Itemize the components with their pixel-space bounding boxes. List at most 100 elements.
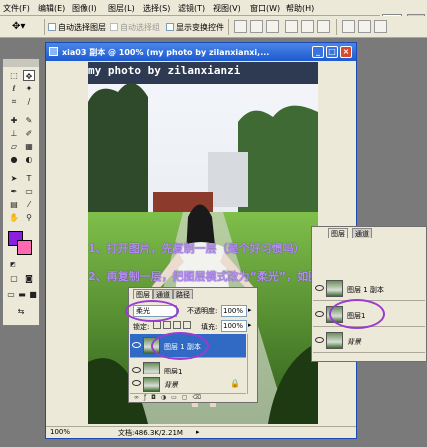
menu-select[interactable]: 选择(S) — [143, 3, 170, 14]
eyedropper-icon[interactable]: ⁄ — [23, 199, 35, 210]
highlight-ring — [125, 300, 179, 322]
tab-layers[interactable]: 图层 — [133, 289, 153, 299]
align-right-icon[interactable] — [317, 20, 330, 33]
visibility-eye-icon[interactable] — [315, 285, 324, 291]
lock-position-icon[interactable] — [173, 321, 181, 329]
tab-layers-secondary[interactable]: 图层 — [328, 228, 348, 238]
align-top-icon[interactable] — [234, 20, 247, 33]
menu-image[interactable]: 图像(I) — [72, 3, 97, 14]
new-layer-icon[interactable]: ▢ — [182, 394, 193, 401]
tab-channels[interactable]: 通道 — [153, 289, 173, 299]
healing-brush-icon[interactable]: ✚ — [8, 115, 20, 126]
move-tool-preset-icon[interactable]: ✥▾ — [12, 20, 40, 34]
brush-tool-icon[interactable]: ✎ — [23, 115, 35, 126]
menu-window[interactable]: 窗口(W) — [250, 3, 280, 14]
blur-tool-icon[interactable]: ● — [8, 154, 20, 165]
layers-scrollbar[interactable] — [247, 334, 257, 394]
fill-label: 填充: — [201, 323, 218, 331]
distribute-middle-icon[interactable] — [358, 20, 371, 33]
lasso-tool-icon[interactable]: ℓ — [8, 83, 20, 94]
visibility-eye-icon[interactable] — [132, 367, 141, 373]
auto-select-group-label: 自动选择组 — [120, 23, 160, 32]
history-brush-icon[interactable]: ✐ — [23, 128, 35, 139]
visibility-eye-icon[interactable] — [315, 311, 324, 317]
align-middle-icon[interactable] — [250, 20, 263, 33]
layer-thumbnail — [326, 332, 343, 349]
menu-filter[interactable]: 滤镜(T) — [178, 3, 205, 14]
document-icon — [49, 47, 58, 56]
distribute-top-icon[interactable] — [342, 20, 355, 33]
layer-row[interactable]: 背景 — [313, 329, 425, 353]
tab-channels-secondary[interactable]: 通道 — [352, 228, 372, 238]
lock-label: 锁定: — [133, 323, 150, 331]
highlight-ring — [329, 299, 385, 329]
close-button[interactable]: × — [340, 46, 352, 58]
tab-paths[interactable]: 路径 — [173, 289, 193, 299]
pen-tool-icon[interactable]: ✒ — [8, 186, 20, 197]
opacity-input[interactable]: 100% — [221, 305, 247, 317]
show-transform-label: 显示变换控件 — [176, 23, 224, 32]
link-layers-icon[interactable]: ∞ — [134, 394, 144, 401]
align-left-icon[interactable] — [285, 20, 298, 33]
fill-arrow-icon[interactable]: ▸ — [248, 321, 252, 329]
screen-mode-full-icon[interactable]: ■ — [27, 289, 39, 300]
slice-tool-icon[interactable]: ∕ — [23, 96, 35, 107]
crop-tool-icon[interactable]: ⌗ — [8, 96, 20, 107]
eraser-tool-icon[interactable]: ▱ — [8, 141, 20, 152]
visibility-eye-icon[interactable] — [132, 380, 141, 386]
magic-wand-icon[interactable]: ✦ — [23, 83, 35, 94]
layer-mask-icon[interactable]: ◘ — [151, 394, 161, 401]
zoom-level[interactable]: 100% — [50, 428, 70, 436]
new-group-icon[interactable]: ▭ — [171, 394, 182, 401]
jump-to-imageready-icon[interactable]: ⇆ — [15, 306, 27, 317]
default-colors-icon[interactable]: ◩ — [7, 259, 19, 270]
gradient-tool-icon[interactable]: ▦ — [23, 141, 35, 152]
show-transform-checkbox[interactable] — [166, 23, 174, 31]
menu-view[interactable]: 视图(V) — [213, 3, 241, 14]
menu-file[interactable]: 文件(F) — [3, 3, 30, 14]
layer-name: 背景 — [164, 381, 178, 389]
standard-mode-icon[interactable]: ▢ — [8, 273, 20, 284]
visibility-eye-icon[interactable] — [132, 342, 141, 348]
maximize-button[interactable]: □ — [326, 46, 338, 58]
separator — [336, 19, 337, 35]
layer-row[interactable]: 图层 1 副本 — [313, 277, 425, 301]
dodge-tool-icon[interactable]: ◐ — [23, 154, 35, 165]
notes-tool-icon[interactable]: ▤ — [8, 199, 20, 210]
auto-select-group-checkbox[interactable] — [110, 23, 118, 31]
menu-help[interactable]: 帮助(H) — [286, 3, 314, 14]
shape-tool-icon[interactable]: ▭ — [23, 186, 35, 197]
type-tool-icon[interactable]: T — [23, 173, 35, 184]
layers-bottom-toolbar: ∞ƒ◘◑▭▢⌫ — [130, 394, 256, 402]
layer-row[interactable]: 背景 🔒 — [130, 374, 246, 394]
lock-all-icon[interactable] — [183, 321, 191, 329]
auto-select-layer-checkbox[interactable] — [48, 23, 56, 31]
hand-tool-icon[interactable]: ✋ — [8, 212, 20, 223]
adjustment-layer-icon[interactable]: ◑ — [161, 394, 171, 401]
lock-pixels-icon[interactable] — [163, 321, 171, 329]
delete-layer-icon[interactable]: ⌫ — [192, 394, 205, 401]
menu-layer[interactable]: 图层(L) — [108, 3, 135, 14]
zoom-tool-icon[interactable]: ⚲ — [23, 212, 35, 223]
background-color-swatch[interactable] — [17, 240, 32, 255]
menu-edit[interactable]: 编辑(E) — [38, 3, 65, 14]
fill-input[interactable]: 100% — [221, 320, 247, 332]
status-menu-arrow-icon[interactable]: ▸ — [196, 428, 200, 436]
document-title-bar[interactable]: xia03 副本 @ 100% (my photo by zilanxianxi… — [46, 43, 356, 61]
quick-mask-icon[interactable]: ◙ — [23, 273, 35, 284]
move-tool-icon[interactable]: ✥ — [23, 70, 35, 81]
document-size-info[interactable]: 文档:486.3K/2.21M — [118, 428, 183, 438]
path-select-icon[interactable]: ➤ — [8, 173, 20, 184]
minimize-button[interactable]: _ — [312, 46, 324, 58]
distribute-bottom-icon[interactable] — [374, 20, 387, 33]
caption-step-1: 1、打开图片，先复制一层（是个好习惯吗） — [88, 242, 305, 255]
toolbox-grip[interactable] — [3, 59, 39, 67]
lock-transparency-icon[interactable] — [153, 321, 161, 329]
clone-stamp-icon[interactable]: ⊥ — [8, 128, 20, 139]
opacity-arrow-icon[interactable]: ▸ — [248, 306, 252, 314]
align-bottom-icon[interactable] — [266, 20, 279, 33]
opacity-label: 不透明度: — [187, 307, 218, 315]
marquee-tool-icon[interactable]: ⬚ — [8, 70, 20, 81]
align-center-icon[interactable] — [301, 20, 314, 33]
visibility-eye-icon[interactable] — [315, 337, 324, 343]
